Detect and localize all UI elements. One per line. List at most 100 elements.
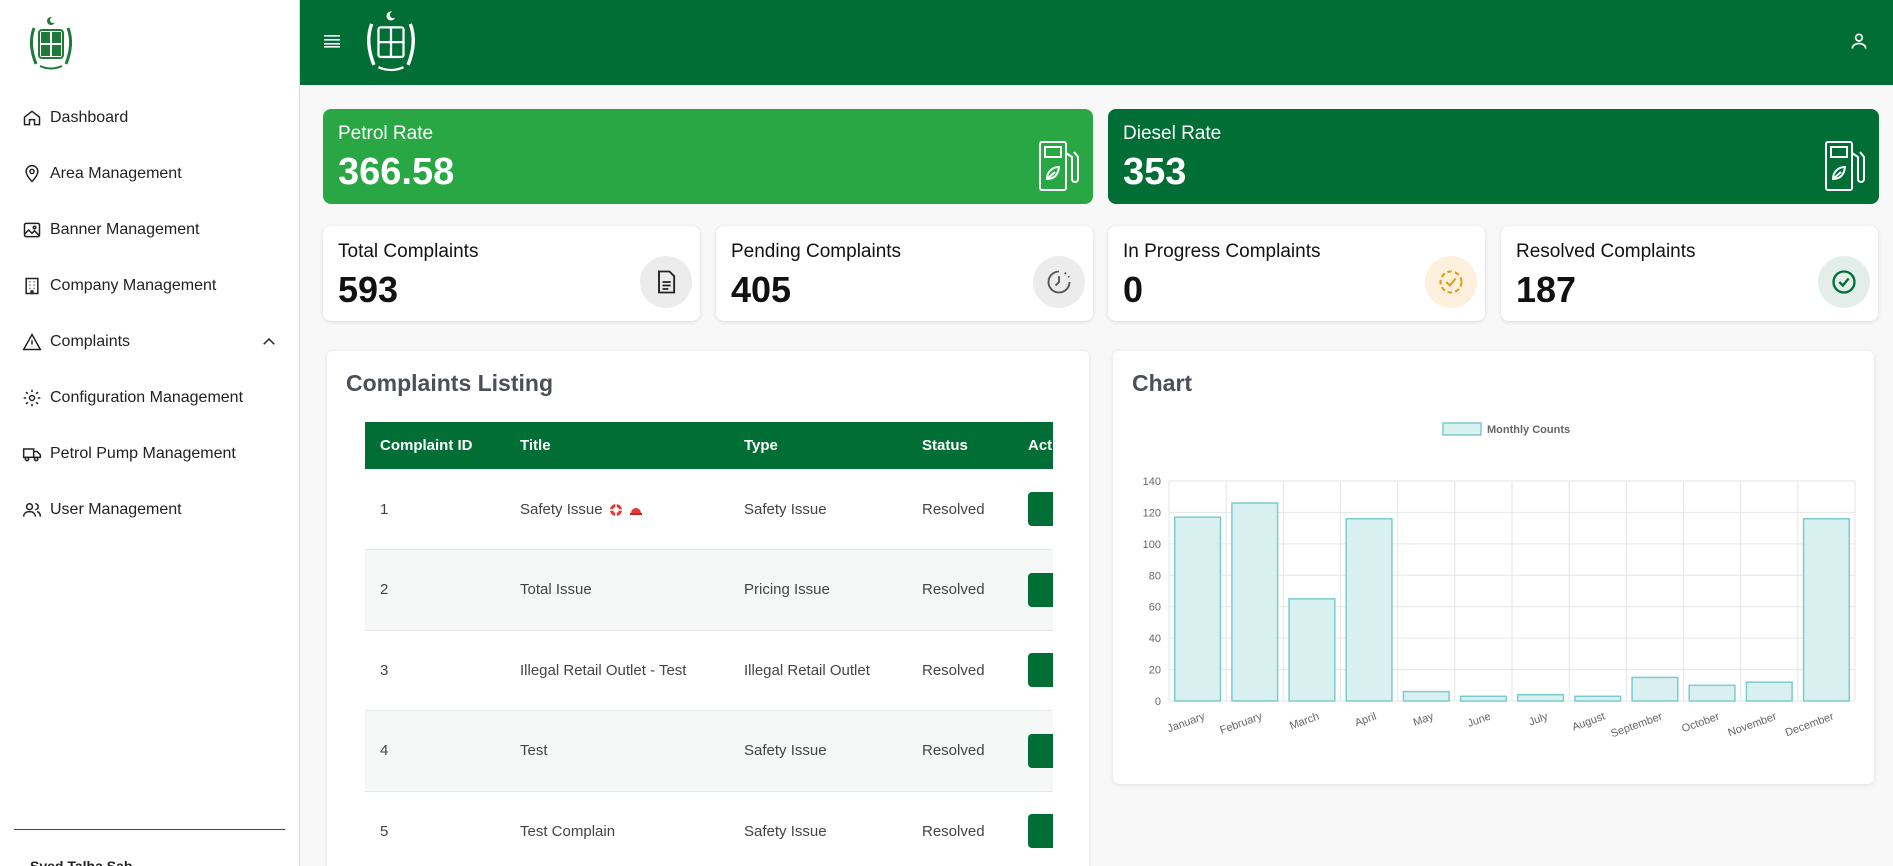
cell-status: Resolved: [907, 469, 1013, 550]
top-bar: [300, 0, 1893, 85]
sidebar-item-label: Banner Management: [50, 221, 200, 238]
x-tick-label: June: [1466, 711, 1493, 730]
y-tick-label: 140: [1143, 476, 1161, 488]
complaints-listing-title: Complaints Listing: [346, 370, 553, 396]
x-tick-label: October: [1680, 710, 1721, 735]
truck-icon: [22, 448, 42, 462]
cell-title: Safety Issue: [505, 469, 729, 550]
x-tick-label: May: [1412, 710, 1436, 729]
sidebar-item-petrol-pump-management[interactable]: Petrol Pump Management: [0, 426, 300, 482]
cell-status: Resolved: [907, 710, 1013, 792]
petrol-rate-value: 366.58: [338, 151, 455, 193]
sidebar-item-label: Dashboard: [50, 109, 129, 126]
column-header-status: Status: [907, 422, 1013, 469]
table-row: 2 Total Issue Pricing Issue Resolved: [365, 549, 1053, 631]
cell-title-text: Safety Issue: [520, 500, 603, 518]
x-tick-label: August: [1570, 711, 1606, 734]
bar: [1802, 517, 1851, 702]
y-tick-label: 60: [1149, 602, 1161, 614]
view-button[interactable]: [1028, 492, 1053, 526]
monthly-counts-chart: 0 20 40 60 80 100 120 140 January February March Ap…: [1143, 422, 1856, 740]
table-row: 5 Test Complain Safety Issue Resolved: [365, 791, 1053, 866]
sidebar-item-label: Company Management: [50, 277, 217, 294]
bar: [1745, 681, 1793, 702]
cell-status: Resolved: [907, 630, 1013, 711]
menu-icon[interactable]: [324, 33, 342, 49]
sidebar-item-user-management[interactable]: User Management: [0, 482, 300, 538]
petrol-rate-card: Petrol Rate 366.58: [323, 109, 1093, 204]
complaints-table-scroll[interactable]: Complaint ID Title Type Status Acti 1 Sa…: [365, 422, 1053, 866]
cell-actions: [1013, 469, 1053, 550]
cell-actions: [1013, 710, 1053, 792]
x-tick-label: July: [1527, 710, 1550, 728]
users-icon: [22, 503, 42, 517]
helmet-icon: [629, 507, 642, 515]
building-icon: [25, 277, 39, 295]
cell-id: 1: [365, 469, 505, 550]
sidebar-item-dashboard[interactable]: Dashboard: [0, 90, 300, 146]
table-row: 3 Illegal Retail Outlet - Test Illegal R…: [365, 630, 1053, 711]
sidebar-item-area-management[interactable]: Area Management: [0, 146, 300, 202]
y-tick-label: 80: [1149, 570, 1161, 582]
sidebar-item-configuration-management[interactable]: Configuration Management: [0, 370, 300, 426]
check-circle-icon: [1818, 256, 1870, 308]
y-tick-label: 40: [1149, 633, 1161, 645]
sidebar-item-label: Complaints: [50, 333, 131, 350]
cell-actions: [1013, 791, 1053, 866]
warning-icon: [22, 332, 42, 351]
view-button[interactable]: [1028, 653, 1053, 688]
view-button[interactable]: [1028, 572, 1053, 607]
sidebar-item-label: Configuration Management: [50, 389, 244, 406]
cell-title: Test: [505, 710, 729, 792]
view-button[interactable]: [1028, 814, 1053, 849]
x-tick-label: March: [1288, 711, 1321, 733]
petrol-rate-label: Petrol Rate: [338, 123, 434, 144]
resolved-complaints-card: Resolved Complaints 187: [1501, 226, 1878, 321]
stat-value: 593: [338, 269, 399, 310]
stat-label: Total Complaints: [338, 241, 479, 262]
cell-title: Total Issue: [505, 549, 729, 631]
bar: [1288, 598, 1336, 702]
user-icon[interactable]: [1849, 31, 1869, 51]
fuel-pump-icon: [1039, 141, 1079, 191]
sidebar-item-company-management[interactable]: Company Management: [0, 258, 300, 314]
diesel-rate-card: Diesel Rate 353: [1108, 109, 1879, 204]
column-header-type: Type: [729, 422, 907, 469]
diesel-rate-value: 353: [1123, 151, 1187, 193]
cell-title: Illegal Retail Outlet - Test: [505, 630, 729, 711]
cell-type: Illegal Retail Outlet: [729, 630, 907, 711]
sidebar-divider: [14, 829, 285, 830]
stat-label: In Progress Complaints: [1123, 241, 1321, 262]
complaints-listing-panel: Complaints Listing Complaint ID Title Ty…: [327, 351, 1089, 866]
complaints-table: Complaint ID Title Type Status Acti 1 Sa…: [365, 422, 1053, 866]
sidebar-user-name: Syed Talha Sab...: [30, 858, 145, 866]
lifebuoy-icon: [609, 503, 622, 516]
cell-id: 2: [365, 549, 505, 631]
stat-value: 0: [1123, 269, 1144, 310]
legend-swatch: [1442, 422, 1482, 436]
view-button[interactable]: [1028, 733, 1053, 768]
ogra-logo: [29, 17, 73, 70]
sidebar-item-complaints[interactable]: Complaints: [0, 314, 300, 370]
chevron-up-icon[interactable]: [260, 333, 278, 351]
x-tick-label: November: [1726, 710, 1778, 739]
document-icon: [640, 256, 692, 308]
sidebar-item-banner-management[interactable]: Banner Management: [0, 202, 300, 258]
bar: [1688, 684, 1736, 702]
ogra-logo: [367, 11, 415, 72]
bar: [1173, 516, 1222, 702]
sidebar-item-label: User Management: [50, 501, 182, 518]
table-header-row: Complaint ID Title Type Status Acti: [365, 422, 1053, 469]
cell-actions: [1013, 630, 1053, 711]
x-tick-label: September: [1609, 710, 1664, 740]
stat-label: Resolved Complaints: [1516, 241, 1696, 262]
table-row: 4 Test Safety Issue Resolved: [365, 710, 1053, 792]
column-header-actions: Acti: [1013, 422, 1053, 469]
y-tick-label: 100: [1143, 539, 1161, 551]
stat-value: 405: [731, 269, 792, 310]
y-tick-label: 20: [1149, 665, 1161, 677]
stat-value: 187: [1516, 269, 1577, 310]
legend-label: Monthly Counts: [1487, 424, 1570, 436]
chart-title: Chart: [1132, 370, 1193, 396]
sidebar-item-label: Area Management: [50, 165, 182, 182]
